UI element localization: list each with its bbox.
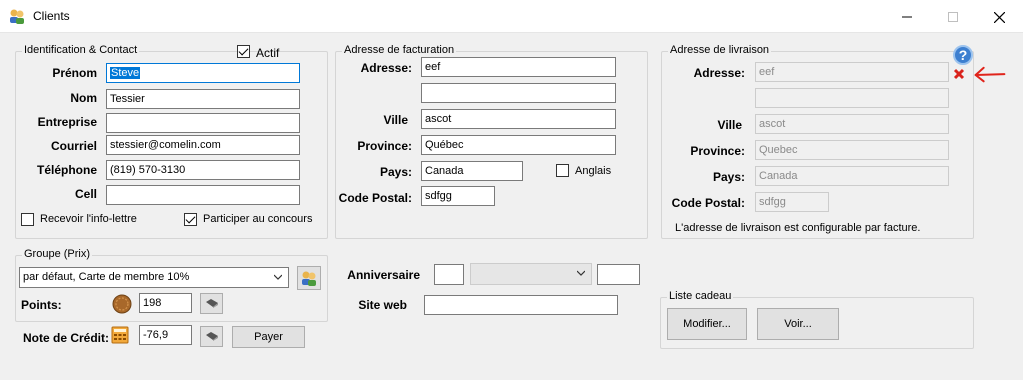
groupe-selected-value: par défaut, Carte de membre 10% [23,271,190,283]
anniversaire-label: Anniversaire [347,268,420,282]
eraser-icon [206,299,218,308]
entreprise-label: Entreprise [37,115,97,129]
maximize-button[interactable] [930,0,976,32]
courriel-input[interactable]: stessier@comelin.com [106,135,300,155]
modifier-button[interactable]: Modifier... [667,308,747,340]
actif-checkbox[interactable] [237,45,250,58]
concours-label: Participer au concours [203,213,313,225]
points-label: Points: [21,298,62,312]
credit-edit-button[interactable] [200,326,223,347]
remove-icon[interactable] [953,68,965,80]
siteweb-label: Site web [358,298,407,312]
window-title: Clients [33,9,70,23]
points-edit-button[interactable] [200,293,223,314]
anniversaire-day-input[interactable] [434,264,464,285]
infolettre-checkbox[interactable] [21,213,34,226]
anniversaire-month-select[interactable] [470,263,592,285]
fact-pays-input[interactable]: Canada [421,161,523,181]
chevron-down-icon [577,270,585,276]
fact-adresse-label: Adresse: [360,61,412,75]
groupe-select[interactable]: par défaut, Carte de membre 10% [19,267,289,288]
courriel-label: Courriel [50,139,97,153]
fact-ville-label: Ville [383,113,408,127]
chevron-down-icon [274,274,282,280]
credit-input[interactable]: -76,9 [139,325,192,345]
nom-input[interactable]: Tessier [106,89,300,109]
telephone-input[interactable]: (819) 570-3130 [106,160,300,180]
livraison-note: L'adresse de livraison est configurable … [675,222,921,234]
maximize-icon [948,12,958,23]
groupe-legend: Groupe (Prix) [22,248,93,260]
livr-adresse2-input [755,88,949,108]
close-button[interactable] [976,0,1022,32]
livr-pays-label: Pays: [712,170,745,184]
actif-label: Actif [256,46,280,60]
facturation-legend: Adresse de facturation [342,44,457,56]
arrow-annotation-icon [974,66,1006,83]
fact-adresse2-input[interactable] [421,83,616,103]
livr-adresse1-input: eef [755,62,949,82]
entreprise-input[interactable] [106,113,300,133]
livr-province-label: Province: [690,144,745,158]
telephone-label: Téléphone [36,163,97,177]
livraison-legend: Adresse de livraison [668,44,772,56]
fact-ville-input[interactable]: ascot [421,109,616,129]
prenom-value: Steve [110,67,141,79]
nom-label: Nom [70,91,97,105]
cell-input[interactable] [106,185,300,205]
points-coin-icon [112,294,132,314]
livr-province-input: Quebec [755,140,949,160]
payer-button[interactable]: Payer [232,326,305,348]
minimize-icon [902,16,912,18]
fact-pays-label: Pays: [379,165,412,179]
anglais-label: Anglais [575,165,612,177]
fact-province-label: Province: [357,139,412,153]
prenom-label: Prénom [52,66,97,80]
groupe-clients-button[interactable] [297,266,321,290]
identification-legend: Identification & Contact [22,44,140,56]
fact-adresse1-input[interactable]: eef [421,57,616,77]
livr-ville-label: Ville [717,118,742,132]
livr-adresse-label: Adresse: [693,66,745,80]
help-icon[interactable]: ? [953,45,973,65]
fact-code-postal-input[interactable]: sdfgg [421,186,495,206]
points-input[interactable]: 198 [139,293,192,313]
infolettre-label: Recevoir l'info-lettre [40,213,137,225]
prenom-input[interactable]: Steve [106,63,300,83]
livr-code-postal-label: Code Postal: [671,196,745,210]
minimize-button[interactable] [884,0,930,32]
clients-icon [302,271,316,286]
livr-pays-input: Canada [755,166,949,186]
concours-checkbox[interactable] [184,213,197,226]
anniversaire-year-input[interactable] [597,264,640,285]
eraser-icon [206,332,218,341]
voir-button[interactable]: Voir... [757,308,839,340]
fact-code-postal-label: Code Postal: [338,191,412,205]
close-icon [993,11,1005,24]
livr-code-postal-input: sdfgg [755,192,829,212]
credit-label: Note de Crédit: [23,331,110,345]
liste-cadeau-legend: Liste cadeau [667,290,734,302]
calculator-icon [111,326,129,344]
fact-province-input[interactable]: Québec [421,135,616,155]
clients-app-icon [10,9,24,24]
title-bar: Clients [0,0,1023,33]
anglais-checkbox[interactable] [556,164,569,177]
siteweb-input[interactable] [424,295,618,315]
cell-label: Cell [74,187,97,201]
livr-ville-input: ascot [755,114,949,134]
